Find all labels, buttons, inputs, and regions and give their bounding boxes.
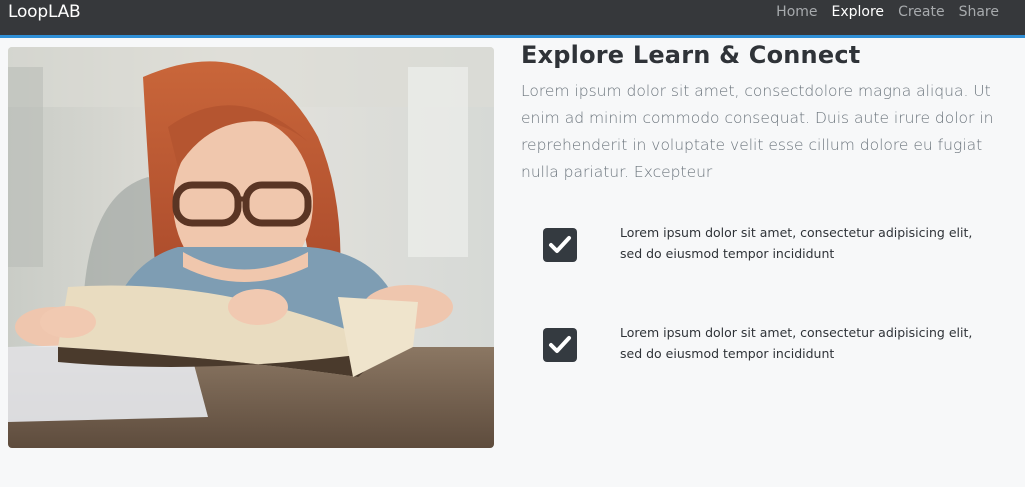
nav-link-home[interactable]: Home (776, 4, 817, 20)
nav-link-share[interactable]: Share (959, 4, 999, 20)
hero-image (8, 47, 494, 448)
nav-links: Home Explore Create Share (776, 4, 999, 20)
check-square-icon (543, 328, 577, 362)
feature-text: Lorem ipsum dolor sit amet, consectetur … (620, 325, 973, 361)
girl-reading-illustration (8, 47, 494, 448)
navbar: LoopLAB Home Explore Create Share (0, 0, 1025, 38)
feature-text: Lorem ipsum dolor sit amet, consectetur … (620, 225, 973, 261)
check-square-icon (543, 228, 577, 262)
hero-lead-text: Lorem ipsum dolor sit amet, consectdolor… (521, 82, 994, 181)
nav-link-explore[interactable]: Explore (832, 4, 885, 20)
hero-title: Explore Learn & Connect (521, 41, 861, 69)
brand-logo[interactable]: LoopLAB (8, 2, 81, 22)
nav-link-create[interactable]: Create (898, 4, 945, 20)
